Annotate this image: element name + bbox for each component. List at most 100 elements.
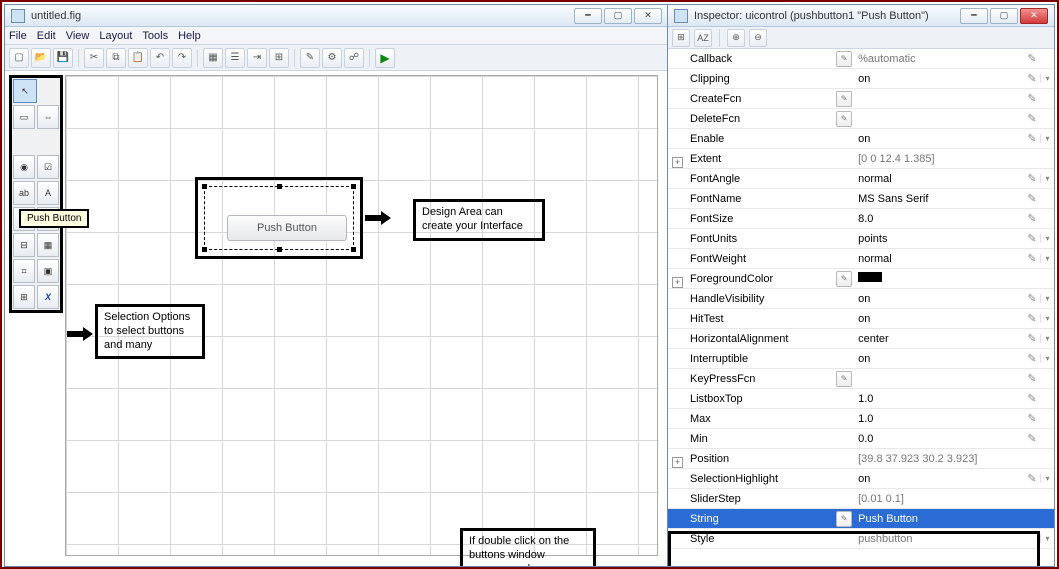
property-editor-icon[interactable]: ✎ (830, 91, 858, 107)
property-value[interactable]: on (858, 353, 1024, 365)
property-row[interactable]: Min0.0✎ (668, 429, 1054, 449)
property-row[interactable]: Interruptibleon✎▾ (668, 349, 1054, 369)
minimize-button[interactable]: ━ (574, 8, 602, 24)
chevron-down-icon[interactable]: ▾ (1040, 254, 1054, 263)
chevron-down-icon[interactable]: ▾ (1040, 234, 1054, 243)
cut-icon[interactable]: ✂ (84, 48, 104, 68)
save-icon[interactable]: 💾 (53, 48, 73, 68)
activex-tool-icon[interactable]: X (37, 285, 59, 309)
property-value[interactable]: MS Sans Serif (858, 193, 1024, 205)
maximize-button[interactable]: ▢ (990, 8, 1018, 24)
property-value[interactable]: normal (858, 173, 1024, 185)
paste-icon[interactable]: 📋 (128, 48, 148, 68)
property-value[interactable]: 8.0 (858, 213, 1024, 225)
toolbar-editor-icon[interactable]: ⊞ (269, 48, 289, 68)
buttongroup-tool-icon[interactable]: ⊞ (13, 285, 35, 309)
menu-layout[interactable]: Layout (99, 30, 132, 42)
menu-help[interactable]: Help (178, 30, 201, 42)
property-row[interactable]: SliderStep[0.01 0.1] (668, 489, 1054, 509)
property-row[interactable]: KeyPressFcn✎✎ (668, 369, 1054, 389)
resize-handle[interactable] (202, 247, 207, 252)
property-row[interactable]: Callback✎%automatic✎ (668, 49, 1054, 69)
property-row[interactable]: HitTeston✎▾ (668, 309, 1054, 329)
inspector-titlebar[interactable]: Inspector: uicontrol (pushbutton1 "Push … (668, 5, 1054, 27)
toggle-tool-icon[interactable]: ⊟ (13, 233, 35, 257)
property-value[interactable]: on (858, 473, 1024, 485)
property-row[interactable]: CreateFcn✎✎ (668, 89, 1054, 109)
categorize-icon[interactable]: ⊞ (672, 29, 690, 47)
run-icon[interactable]: ▶ (375, 48, 395, 68)
mfile-editor-icon[interactable]: ✎ (300, 48, 320, 68)
menu-tools[interactable]: Tools (142, 30, 168, 42)
property-row[interactable]: ListboxTop1.0✎ (668, 389, 1054, 409)
property-row[interactable]: FontSize8.0✎ (668, 209, 1054, 229)
property-value[interactable]: [0 0 12.4 1.385] (858, 153, 1024, 165)
property-row[interactable]: ForegroundColor+✎ (668, 269, 1054, 289)
property-inspector-icon[interactable]: ⚙ (322, 48, 342, 68)
chevron-down-icon[interactable]: ▾ (1040, 174, 1054, 183)
property-editor-icon[interactable]: ✎ (830, 111, 858, 127)
property-row[interactable]: FontAnglenormal✎▾ (668, 169, 1054, 189)
property-list[interactable]: Callback✎%automatic✎Clippingon✎▾CreateFc… (668, 49, 1054, 566)
menu-edit[interactable]: Edit (37, 30, 56, 42)
resize-handle[interactable] (202, 184, 207, 189)
property-row[interactable]: Enableon✎▾ (668, 129, 1054, 149)
property-editor-icon[interactable]: ✎ (830, 51, 858, 67)
panel-tool-icon[interactable]: ▣ (37, 259, 59, 283)
open-icon[interactable]: 📂 (31, 48, 51, 68)
redo-icon[interactable]: ↷ (172, 48, 192, 68)
property-value[interactable]: on (858, 73, 1024, 85)
chevron-down-icon[interactable]: ▾ (1040, 534, 1054, 543)
axes-tool-icon[interactable]: ⌗ (13, 259, 35, 283)
property-editor-icon[interactable]: ✎ (830, 511, 858, 527)
tab-order-icon[interactable]: ⇥ (247, 48, 267, 68)
property-value[interactable]: [39.8 37.923 30.2 3.923] (858, 453, 1024, 465)
maximize-button[interactable]: ▢ (604, 8, 632, 24)
close-button[interactable]: ✕ (1020, 8, 1048, 24)
copy-icon[interactable]: ⧉ (106, 48, 126, 68)
expand-icon[interactable]: ⊕ (727, 29, 745, 47)
chevron-down-icon[interactable]: ▾ (1040, 134, 1054, 143)
property-row[interactable]: SelectionHighlighton✎▾ (668, 469, 1054, 489)
radiobutton-tool-icon[interactable]: ◉ (13, 155, 35, 179)
chevron-down-icon[interactable]: ▾ (1040, 314, 1054, 323)
property-row[interactable]: Max1.0✎ (668, 409, 1054, 429)
slider-tool-icon[interactable]: ⇔ (37, 105, 59, 129)
property-value[interactable]: on (858, 293, 1024, 305)
expand-toggle-icon[interactable]: + (672, 277, 683, 288)
resize-handle[interactable] (351, 247, 356, 252)
property-row[interactable]: Stylepushbutton▾ (668, 529, 1054, 549)
select-tool-icon[interactable]: ↖ (13, 79, 37, 103)
selection-outline[interactable]: Push Button (204, 186, 354, 250)
undo-icon[interactable]: ↶ (150, 48, 170, 68)
property-row[interactable]: HandleVisibilityon✎▾ (668, 289, 1054, 309)
property-value[interactable]: 1.0 (858, 413, 1024, 425)
expand-toggle-icon[interactable]: + (672, 457, 683, 468)
property-row[interactable]: FontWeightnormal✎▾ (668, 249, 1054, 269)
chevron-down-icon[interactable]: ▾ (1040, 74, 1054, 83)
property-row[interactable]: HorizontalAlignmentcenter✎▾ (668, 329, 1054, 349)
property-value[interactable]: %automatic (858, 53, 1024, 65)
resize-handle[interactable] (277, 247, 282, 252)
property-value[interactable] (858, 272, 1024, 285)
object-browser-icon[interactable]: ☍ (344, 48, 364, 68)
editor-titlebar[interactable]: untitled.fig ━ ▢ ✕ (5, 5, 668, 27)
menu-editor-icon[interactable]: ☰ (225, 48, 245, 68)
resize-handle[interactable] (351, 184, 356, 189)
menu-file[interactable]: File (9, 30, 27, 42)
property-editor-icon[interactable]: ✎ (830, 371, 858, 387)
collapse-icon[interactable]: ⊖ (749, 29, 767, 47)
statictext-tool-icon[interactable]: A (37, 181, 59, 205)
property-value[interactable]: pushbutton (858, 533, 1024, 545)
property-row[interactable]: DeleteFcn✎✎ (668, 109, 1054, 129)
pushbutton-tool-icon[interactable]: ▭ (13, 105, 35, 129)
resize-handle[interactable] (277, 184, 282, 189)
property-value[interactable]: on (858, 133, 1024, 145)
property-row[interactable]: FontNameMS Sans Serif✎ (668, 189, 1054, 209)
property-editor-icon[interactable]: ✎ (830, 271, 858, 287)
property-row[interactable]: Extent+[0 0 12.4 1.385] (668, 149, 1054, 169)
chevron-down-icon[interactable]: ▾ (1040, 354, 1054, 363)
property-value[interactable]: normal (858, 253, 1024, 265)
property-value[interactable]: Push Button (858, 513, 1024, 525)
expand-toggle-icon[interactable]: + (672, 157, 683, 168)
